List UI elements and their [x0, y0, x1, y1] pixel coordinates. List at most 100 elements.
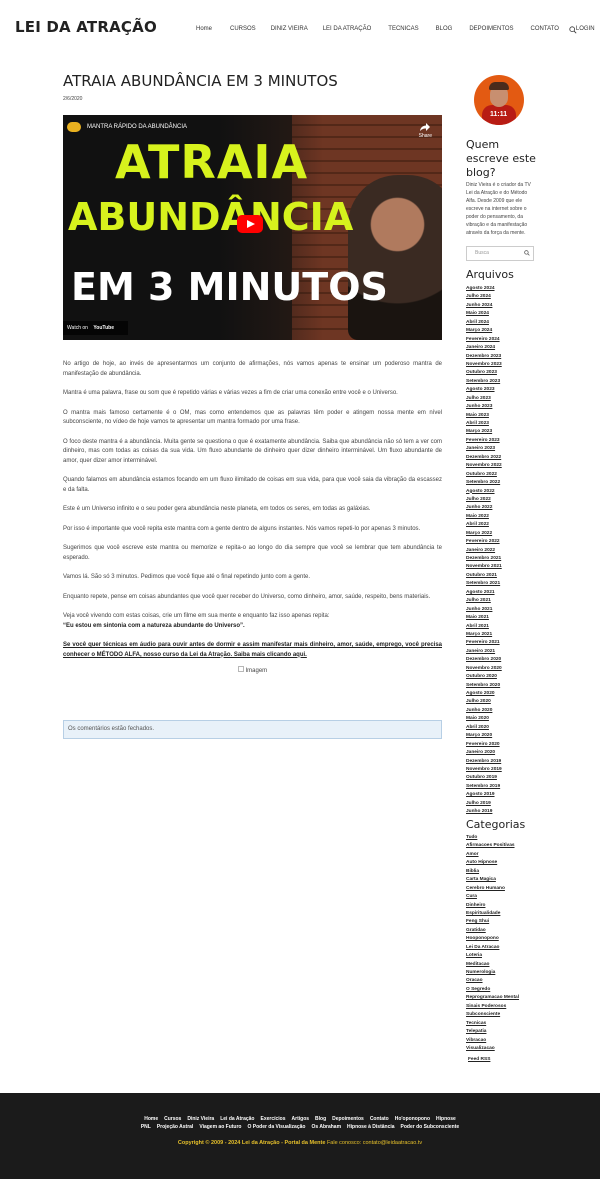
nav-item[interactable]: TECNICAS — [388, 26, 418, 32]
category-link[interactable]: Espiritualidade — [466, 910, 519, 918]
video-title[interactable]: MANTRA RÁPIDO DA ABUNDÂNCIA — [87, 124, 187, 130]
category-link[interactable]: Feng Shui — [466, 918, 519, 926]
category-link[interactable]: Hooponopono — [466, 935, 519, 943]
watch-on-youtube[interactable]: Watch on YouTube — [63, 321, 128, 335]
archive-link[interactable]: Julho 2024 — [466, 293, 502, 301]
archive-link[interactable]: Outubro 2022 — [466, 471, 502, 479]
category-link[interactable]: Reprogramacao Mental — [466, 994, 519, 1002]
archive-link[interactable]: Dezembro 2020 — [466, 656, 502, 664]
nav-item[interactable]: CURSOS — [230, 26, 256, 32]
archive-link[interactable]: Março 2022 — [466, 530, 502, 538]
site-logo[interactable]: LEI DA ATRAÇÃO — [15, 18, 157, 36]
category-link[interactable]: Telepatia — [466, 1028, 519, 1036]
archive-link[interactable]: Janeiro 2020 — [466, 749, 502, 757]
footer-link[interactable]: Os Abraham — [311, 1124, 341, 1130]
archive-link[interactable]: Janeiro 2023 — [466, 445, 502, 453]
nav-item[interactable]: DEPOIMENTOS — [469, 26, 513, 32]
archive-link[interactable]: Julho 2019 — [466, 800, 502, 808]
category-link[interactable]: Oracao — [466, 977, 519, 985]
category-link[interactable]: Dinheiro — [466, 902, 519, 910]
archive-link[interactable]: Agosto 2024 — [466, 285, 502, 293]
nav-item[interactable]: LEI DA ATRAÇÃO — [323, 26, 372, 32]
archive-link[interactable]: Abril 2020 — [466, 724, 502, 732]
archive-link[interactable]: Junho 2019 — [466, 808, 502, 816]
footer-link[interactable]: Projeção Astral — [157, 1124, 194, 1130]
archive-link[interactable]: Outubro 2019 — [466, 774, 502, 782]
nav-item[interactable]: LOGIN — [576, 26, 595, 32]
archive-link[interactable]: Junho 2024 — [466, 302, 502, 310]
archive-link[interactable]: Maio 2020 — [466, 715, 502, 723]
footer-link[interactable]: Home — [144, 1116, 158, 1122]
footer-link[interactable]: O Poder da Visualização — [247, 1124, 305, 1130]
archive-link[interactable]: Fevereiro 2022 — [466, 538, 502, 546]
category-link[interactable]: Biblia — [466, 868, 519, 876]
archive-link[interactable]: Julho 2022 — [466, 496, 502, 504]
category-link[interactable]: Cura — [466, 893, 519, 901]
archive-link[interactable]: Setembro 2020 — [466, 682, 502, 690]
archive-link[interactable]: Setembro 2021 — [466, 580, 502, 588]
footer-link[interactable]: Lei da Atração — [220, 1116, 254, 1122]
footer-link[interactable]: Contato — [370, 1116, 389, 1122]
archive-link[interactable]: Maio 2024 — [466, 310, 502, 318]
category-link[interactable]: Subconsciente — [466, 1011, 519, 1019]
category-link[interactable]: Vibracao — [466, 1037, 519, 1045]
rss-feed-link[interactable]: Feed RSS — [468, 1057, 490, 1062]
archive-link[interactable]: Novembro 2023 — [466, 361, 502, 369]
footer-link[interactable]: Poder do Subconsciente — [401, 1124, 460, 1130]
archive-link[interactable]: Abril 2023 — [466, 420, 502, 428]
share-button[interactable]: Share — [419, 123, 432, 139]
contact-email[interactable]: Fale conosco: contato@leidaatracao.tv — [327, 1140, 422, 1146]
footer-link[interactable]: Viagem ao Futuro — [199, 1124, 241, 1130]
archive-link[interactable]: Março 2021 — [466, 631, 502, 639]
archive-link[interactable]: Junho 2023 — [466, 403, 502, 411]
archive-link[interactable]: Dezembro 2019 — [466, 758, 502, 766]
category-link[interactable]: Auto Hipnose — [466, 859, 519, 867]
search-icon[interactable] — [524, 250, 530, 256]
archive-link[interactable]: Julho 2021 — [466, 597, 502, 605]
archive-link[interactable]: Dezembro 2021 — [466, 555, 502, 563]
archive-link[interactable]: Outubro 2023 — [466, 369, 502, 377]
archive-link[interactable]: Outubro 2021 — [466, 572, 502, 580]
archive-link[interactable]: Maio 2022 — [466, 513, 502, 521]
category-link[interactable]: Loteria — [466, 952, 519, 960]
archive-link[interactable]: Março 2023 — [466, 428, 502, 436]
archive-link[interactable]: Julho 2020 — [466, 698, 502, 706]
footer-link[interactable]: Hipnose à Distância — [347, 1124, 395, 1130]
footer-link[interactable]: Exercícios — [261, 1116, 286, 1122]
category-link[interactable]: Visualizacao — [466, 1045, 519, 1053]
archive-link[interactable]: Dezembro 2022 — [466, 454, 502, 462]
category-link[interactable]: Gratidao — [466, 927, 519, 935]
archive-link[interactable]: Setembro 2023 — [466, 378, 502, 386]
archive-link[interactable]: Janeiro 2021 — [466, 648, 502, 656]
nav-item[interactable]: Home — [196, 26, 212, 32]
sidebar-search-input[interactable]: Busca — [466, 246, 534, 261]
archive-link[interactable]: Abril 2022 — [466, 521, 502, 529]
play-button[interactable] — [237, 215, 263, 233]
archive-link[interactable]: Janeiro 2022 — [466, 547, 502, 555]
nav-item[interactable]: DINIZ VIEIRA — [271, 26, 308, 32]
footer-link[interactable]: PNL — [141, 1124, 151, 1130]
category-link[interactable]: Afirmacoes Positivas — [466, 842, 519, 850]
archive-link[interactable]: Novembro 2019 — [466, 766, 502, 774]
category-link[interactable]: Numerologia — [466, 969, 519, 977]
archive-link[interactable]: Abril 2024 — [466, 319, 502, 327]
archive-link[interactable]: Fevereiro 2020 — [466, 741, 502, 749]
archive-link[interactable]: Agosto 2020 — [466, 690, 502, 698]
archive-link[interactable]: Fevereiro 2021 — [466, 639, 502, 647]
category-link[interactable]: Sinais Poderosos — [466, 1003, 519, 1011]
footer-link[interactable]: Ho'oponopono — [395, 1116, 430, 1122]
archive-link[interactable]: Julho 2023 — [466, 395, 502, 403]
archive-link[interactable]: Junho 2022 — [466, 504, 502, 512]
nav-item[interactable]: BLOG — [436, 26, 453, 32]
archive-link[interactable]: Fevereiro 2024 — [466, 336, 502, 344]
archive-link[interactable]: Fevereiro 2023 — [466, 437, 502, 445]
archive-link[interactable]: Dezembro 2023 — [466, 353, 502, 361]
category-link[interactable]: O Segredo — [466, 986, 519, 994]
archive-link[interactable]: Agosto 2023 — [466, 386, 502, 394]
category-link[interactable]: Lei Da Atracao — [466, 944, 519, 952]
category-link[interactable]: Meditacao — [466, 961, 519, 969]
archive-link[interactable]: Agosto 2021 — [466, 589, 502, 597]
archive-link[interactable]: Setembro 2022 — [466, 479, 502, 487]
footer-link[interactable]: Artigos — [292, 1116, 310, 1122]
video-embed[interactable]: MANTRA RÁPIDO DA ABUNDÂNCIA Share ATRAIA… — [63, 115, 442, 340]
